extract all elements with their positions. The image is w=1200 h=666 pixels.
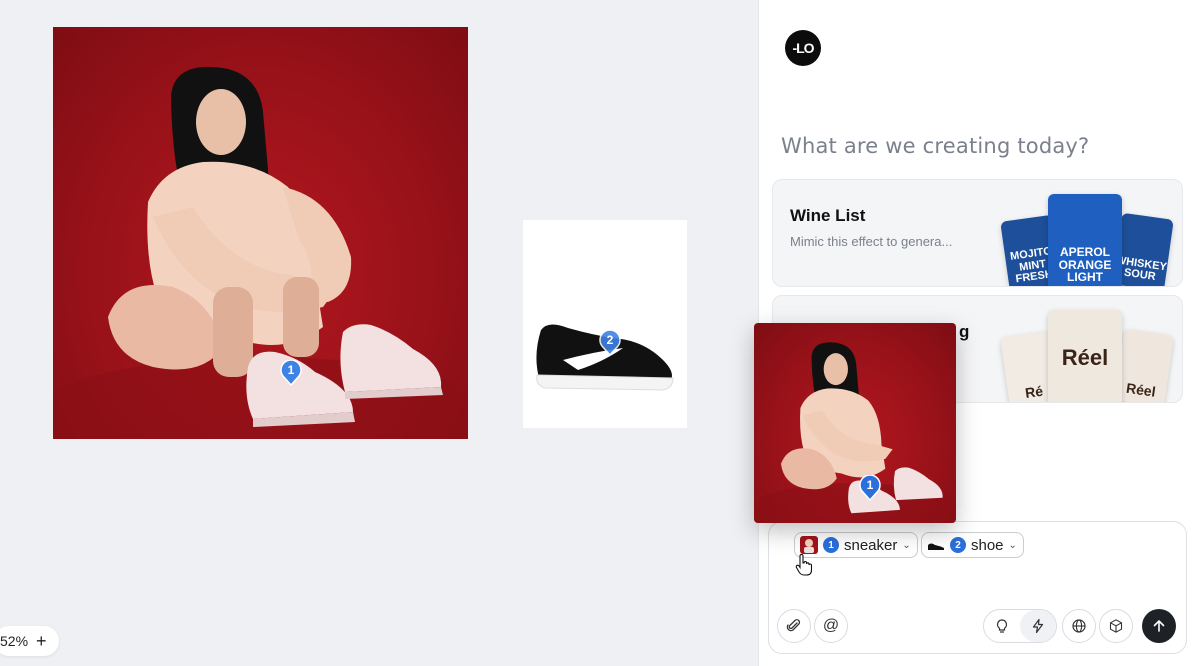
zoom-in-button[interactable]: + <box>36 632 47 650</box>
lightbulb-icon <box>996 619 1008 633</box>
attach-button[interactable] <box>777 609 811 643</box>
annotation-pin-1-preview: 1 <box>859 474 881 502</box>
mode-toggle[interactable] <box>983 609 1057 643</box>
mention-button[interactable]: @ <box>814 609 848 643</box>
zoom-level: 52% <box>0 633 29 649</box>
chip-number: 2 <box>950 537 966 553</box>
idea-mode-button[interactable] <box>984 610 1020 642</box>
chip-label: sneaker <box>844 536 898 554</box>
app-logo: -LO <box>785 30 821 66</box>
chip-number: 1 <box>823 537 839 553</box>
panel-heading: What are we creating today? <box>781 134 1090 158</box>
pin-number: 1 <box>866 478 874 492</box>
template-card-wine-list[interactable]: Wine List Mimic this effect to genera...… <box>772 179 1183 287</box>
zoom-control: 52% + <box>0 626 59 656</box>
card-thumb-aperol: APEROL ORANGE LIGHT <box>1048 194 1122 286</box>
paperclip-icon <box>786 619 801 632</box>
quick-mode-button[interactable] <box>1020 610 1056 642</box>
arrow-up-icon <box>1153 620 1165 632</box>
chip-label: shoe <box>971 536 1004 554</box>
card-thumb-reel-center: Réel <box>1048 310 1122 402</box>
model-photo[interactable]: 1 <box>53 27 468 439</box>
dragged-photo-preview[interactable]: 1 <box>754 323 956 523</box>
model-illustration <box>53 66 468 439</box>
chevron-down-icon: ⌄ <box>902 539 911 551</box>
reference-chip-shoe[interactable]: 2 shoe ⌄ <box>921 532 1024 558</box>
design-canvas[interactable]: 1 2 52% + <box>0 0 758 666</box>
annotation-pin-1[interactable]: 1 <box>280 359 302 387</box>
sneaker-thumb <box>800 536 818 554</box>
bolt-icon <box>1032 618 1044 634</box>
model-button[interactable] <box>1099 609 1133 643</box>
card-thumb-reel-right: Réel <box>1114 328 1174 402</box>
shoe-product-image[interactable]: 2 <box>523 220 687 428</box>
card-description: Mimic this effect to genera... <box>790 234 953 249</box>
send-button[interactable] <box>1142 609 1176 643</box>
cube-icon <box>1109 619 1123 633</box>
hand-pointer-cursor <box>795 553 813 581</box>
web-search-button[interactable] <box>1062 609 1096 643</box>
at-icon: @ <box>822 617 840 634</box>
shoe-thumb <box>927 536 945 554</box>
chevron-down-icon: ⌄ <box>1008 539 1017 551</box>
prompt-composer[interactable]: 1 sneaker ⌄ 2 shoe ⌄ @ <box>768 521 1187 654</box>
card-title-fragment: g <box>959 322 970 341</box>
pin-number: 1 <box>287 363 295 377</box>
annotation-pin-2[interactable]: 2 <box>599 329 621 357</box>
pin-number: 2 <box>606 333 614 347</box>
globe-icon <box>1072 619 1086 633</box>
card-title: Wine List <box>790 206 866 225</box>
black-sneaker-illustration <box>536 324 674 391</box>
model-illustration-small <box>754 342 956 523</box>
